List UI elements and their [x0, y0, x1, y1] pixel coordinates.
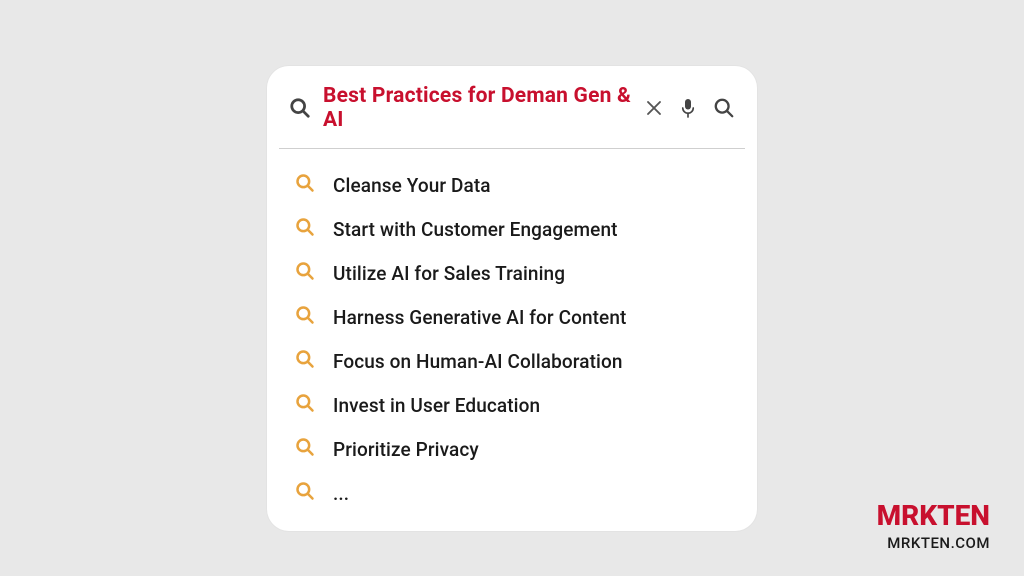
- search-icon: [295, 173, 315, 197]
- suggestion-text: ...: [333, 482, 349, 505]
- suggestion-item[interactable]: Focus on Human-AI Collaboration: [267, 339, 757, 383]
- brand-url: MRKTEN.COM: [877, 534, 990, 552]
- suggestion-item[interactable]: Utilize AI for Sales Training: [267, 251, 757, 295]
- suggestion-item[interactable]: Invest in User Education: [267, 383, 757, 427]
- search-icon: [295, 217, 315, 241]
- suggestion-item[interactable]: ...: [267, 471, 757, 515]
- microphone-icon[interactable]: [679, 97, 697, 119]
- suggestion-text: Start with Customer Engagement: [333, 218, 618, 241]
- suggestion-text: Utilize AI for Sales Training: [333, 262, 565, 285]
- suggestion-text: Invest in User Education: [333, 394, 540, 417]
- search-icon: [295, 481, 315, 505]
- search-icon: [295, 437, 315, 461]
- search-header: Best Practices for Deman Gen & AI: [267, 66, 757, 148]
- brand-name: MRKTEN: [877, 502, 990, 530]
- suggestion-text: Harness Generative AI for Content: [333, 306, 626, 329]
- search-icon: [295, 393, 315, 417]
- search-icon: [295, 305, 315, 329]
- search-title: Best Practices for Deman Gen & AI: [323, 84, 633, 132]
- close-icon[interactable]: [645, 99, 663, 117]
- suggestion-text: Focus on Human-AI Collaboration: [333, 350, 623, 373]
- search-icon: [295, 261, 315, 285]
- suggestion-item[interactable]: Prioritize Privacy: [267, 427, 757, 471]
- search-icon: [295, 349, 315, 373]
- suggestion-item[interactable]: Start with Customer Engagement: [267, 207, 757, 251]
- brand-block: MRKTEN MRKTEN.COM: [877, 502, 990, 552]
- search-icon: [289, 97, 311, 119]
- suggestion-text: Cleanse Your Data: [333, 174, 491, 197]
- suggestion-text: Prioritize Privacy: [333, 438, 479, 461]
- search-submit-icon[interactable]: [713, 97, 735, 119]
- suggestions-list: Cleanse Your Data Start with Customer Eng…: [267, 149, 757, 531]
- suggestion-item[interactable]: Harness Generative AI for Content: [267, 295, 757, 339]
- search-actions: [645, 97, 735, 119]
- search-box: Best Practices for Deman Gen & AI Cleans…: [267, 66, 757, 531]
- suggestion-item[interactable]: Cleanse Your Data: [267, 163, 757, 207]
